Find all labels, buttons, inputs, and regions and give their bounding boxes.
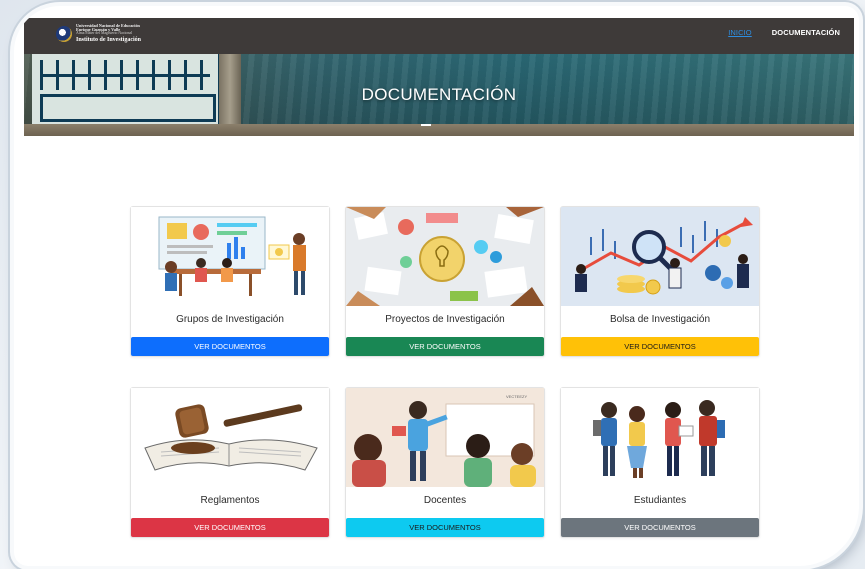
brand-line-4: Instituto de Investigación [76,37,142,44]
ver-documentos-button[interactable]: VER DOCUMENTOS [561,518,759,537]
ver-documentos-button[interactable]: VER DOCUMENTOS [561,337,759,356]
card-title: Grupos de Investigación [176,314,284,325]
hero-banner: DOCUMENTACIÓN [24,54,854,136]
bolsa-illustration [561,207,759,306]
ver-documentos-button[interactable]: VER DOCUMENTOS [131,337,329,356]
reglamentos-illustration [131,388,329,487]
nav-documentacion[interactable]: DOCUMENTACIÓN [772,28,840,37]
card-title: Estudiantes [633,495,687,506]
nav-inicio[interactable]: INICIO [728,28,752,37]
card-title: Reglamentos [200,495,260,506]
card-estudiantes: Estudiantes VER DOCUMENTOS [560,387,760,538]
card-title: Proyectos de Investigación [385,314,505,325]
top-navbar: Universidad Nacional de Educación Enriqu… [24,18,854,54]
ver-documentos-button[interactable]: VER DOCUMENTOS [131,518,329,537]
banner-title: DOCUMENTACIÓN [361,85,517,104]
estudiantes-illustration [561,388,759,487]
card-docentes: VECTEEZY Docentes VER DOCUMENTOS [345,387,545,538]
card-title: Docentes [423,495,467,506]
banner-title-underline [421,124,431,126]
card-title: Bolsa de Investigación [609,314,711,325]
screenshot-frame: Universidad Nacional de Educación Enriqu… [14,6,859,566]
ver-documentos-button[interactable]: VER DOCUMENTOS [346,518,544,537]
docentes-illustration: VECTEEZY [346,388,544,487]
card-bolsa-investigacion: Bolsa de Investigación VER DOCUMENTOS [560,206,760,357]
university-seal-icon [56,25,72,42]
brand-line-3: Alma Máter del Magisterio Nacional [76,31,133,36]
ver-documentos-button[interactable]: VER DOCUMENTOS [346,337,544,356]
proyectos-illustration [346,207,544,306]
grupos-illustration [131,207,329,306]
brand-logo[interactable]: Universidad Nacional de Educación Enriqu… [56,23,142,44]
card-proyectos-investigacion: Proyectos de Investigación VER DOCUMENTO… [345,206,545,357]
main-nav: INICIO DOCUMENTACIÓN [728,28,840,37]
watermark-text: VECTEEZY [506,394,527,399]
brand-text: Universidad Nacional de Educación Enriqu… [76,23,142,44]
banner-ground-image [24,124,854,136]
card-grupos-investigacion: Grupos de Investigación VER DOCUMENTOS [130,206,330,357]
card-reglamentos: Reglamentos VER DOCUMENTOS [130,387,330,538]
page: Universidad Nacional de Educación Enriqu… [24,18,854,563]
